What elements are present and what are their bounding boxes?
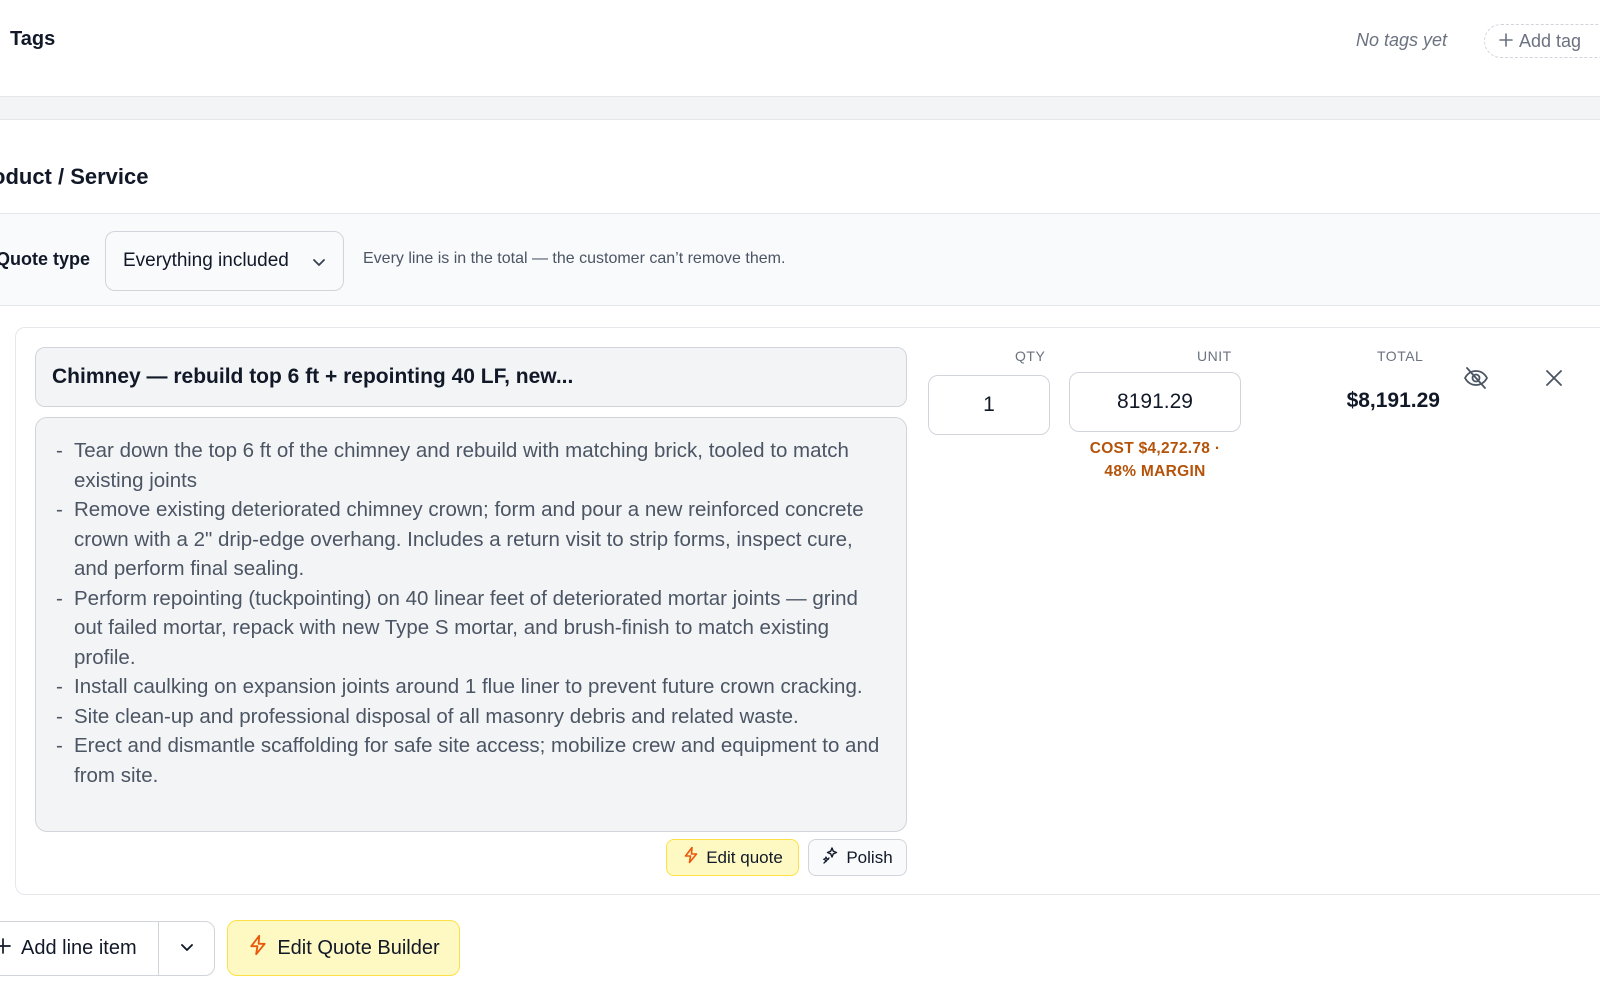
edit-quote-label: Edit quote xyxy=(706,847,783,867)
cost-text: COST $4,272.78 · xyxy=(1089,440,1221,457)
margin-text: 48% MARGIN xyxy=(1104,463,1206,480)
line-item-title-input[interactable]: Chimney — rebuild top 6 ft + repointing … xyxy=(35,347,907,407)
description-line: Site clean-up and professional disposal … xyxy=(56,702,886,732)
cost-margin-info: COST $4,272.78 · 48% MARGIN xyxy=(1069,437,1241,483)
lightning-icon xyxy=(682,846,700,869)
edit-quote-builder-label: Edit Quote Builder xyxy=(277,936,440,959)
unit-price-input[interactable]: 8191.29 xyxy=(1069,372,1241,432)
plus-icon xyxy=(1499,31,1513,52)
unit-column-label: UNIT xyxy=(1197,348,1232,364)
sparkles-icon xyxy=(822,846,840,869)
add-line-item-label: Add line item xyxy=(21,937,137,959)
line-total: $8,191.29 xyxy=(1346,389,1440,412)
add-tag-label: Add tag xyxy=(1519,30,1582,51)
edit-quote-builder-button[interactable]: Edit Quote Builder xyxy=(227,920,460,976)
tags-bar: Tags No tags yet Add tag xyxy=(0,0,1600,97)
eye-off-icon[interactable] xyxy=(1462,364,1490,392)
total-column-label: TOTAL xyxy=(1377,348,1424,364)
description-line: Perform repointing (tuckpointing) on 40 … xyxy=(56,584,886,673)
quote-type-selected: Everything included xyxy=(123,250,289,271)
polish-button[interactable]: Polish xyxy=(808,839,907,876)
tags-title: Tags xyxy=(10,28,56,50)
edit-quote-button[interactable]: Edit quote xyxy=(666,839,799,876)
polish-label: Polish xyxy=(846,847,893,867)
add-line-item-dropdown[interactable] xyxy=(159,922,214,975)
quote-type-select[interactable]: Everything included xyxy=(105,231,344,291)
description-line: Install caulking on expansion joints aro… xyxy=(56,672,886,702)
description-line: Remove existing deteriorated chimney cro… xyxy=(56,495,886,584)
description-line: Erect and dismantle scaffolding for safe… xyxy=(56,731,886,790)
line-item-description[interactable]: Tear down the top 6 ft of the chimney an… xyxy=(35,417,907,832)
quote-type-help: Every line is in the total — the custome… xyxy=(363,250,786,267)
close-icon[interactable] xyxy=(1542,366,1566,390)
add-line-item-button[interactable]: Add line item xyxy=(0,922,159,975)
lightning-icon xyxy=(247,934,269,962)
add-tag-button[interactable]: Add tag xyxy=(1484,24,1600,58)
qty-column-label: QTY xyxy=(1015,348,1046,364)
no-tags-text: No tags yet xyxy=(1355,30,1447,50)
qty-input[interactable]: 1 xyxy=(928,375,1050,435)
chevron-down-icon xyxy=(311,254,327,276)
quote-type-label: Quote type xyxy=(0,249,91,269)
chevron-down-icon xyxy=(179,939,195,958)
description-line: Tear down the top 6 ft of the chimney an… xyxy=(56,436,886,495)
add-line-item-group: Add line item xyxy=(0,921,215,976)
section-title: oduct / Service xyxy=(0,164,149,189)
plus-icon xyxy=(0,937,11,960)
section-divider xyxy=(0,97,1600,120)
quote-editor-page: Tags No tags yet Add tag oduct / Service… xyxy=(0,0,1600,1000)
